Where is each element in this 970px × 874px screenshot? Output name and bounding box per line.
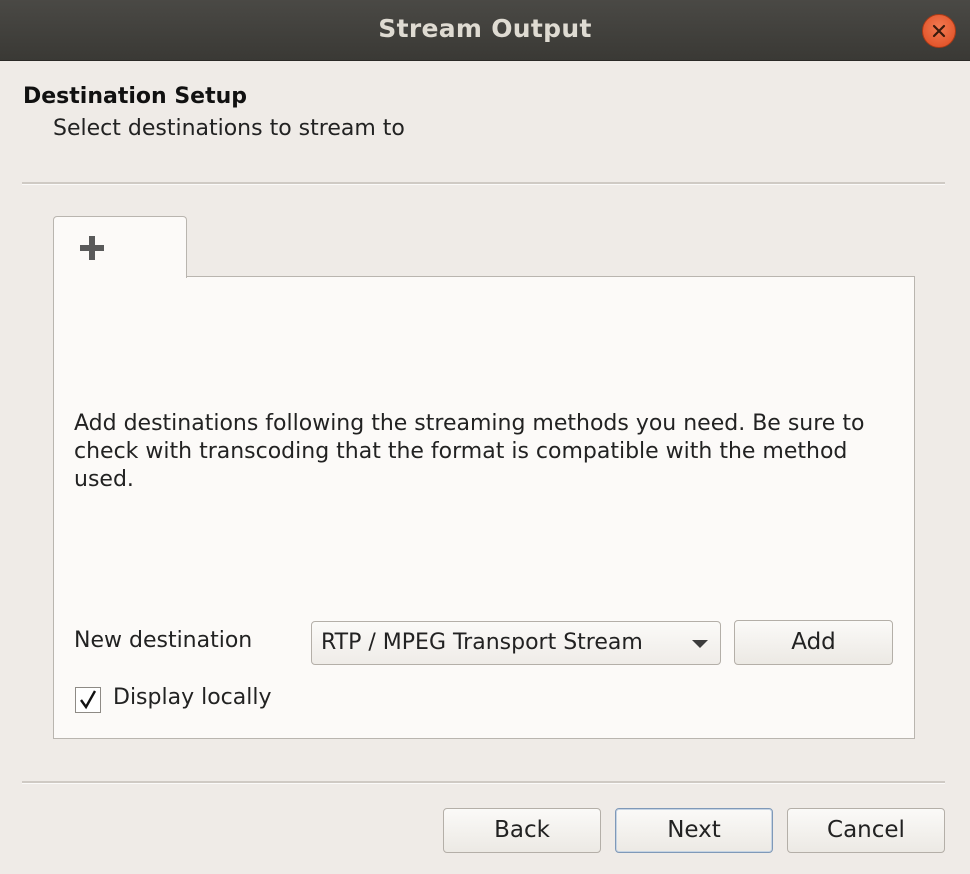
window-title: Stream Output [378, 14, 592, 43]
add-button[interactable]: Add [734, 620, 893, 665]
page-subtitle: Select destinations to stream to [53, 116, 405, 141]
destination-select[interactable]: RTP / MPEG Transport Stream [311, 621, 721, 665]
tab-add-destination[interactable] [53, 216, 187, 278]
header-separator [22, 182, 945, 185]
plus-icon [80, 236, 104, 260]
chevron-down-icon [692, 640, 708, 648]
new-destination-label: New destination [74, 628, 253, 653]
display-locally-checkbox[interactable] [75, 687, 101, 713]
stream-output-dialog: Stream Output Destination Setup Select d… [0, 0, 970, 874]
next-button[interactable]: Next [615, 808, 773, 853]
close-icon [932, 24, 946, 38]
footer-separator [22, 781, 945, 784]
tab-panel [53, 276, 915, 739]
display-locally-label[interactable]: Display locally [113, 685, 271, 710]
page-title: Destination Setup [23, 84, 248, 109]
title-bar[interactable]: Stream Output [0, 0, 970, 61]
back-button[interactable]: Back [443, 808, 601, 853]
checkmark-icon [80, 690, 97, 710]
destination-select-value: RTP / MPEG Transport Stream [321, 630, 643, 655]
info-text: Add destinations following the streaming… [74, 411, 865, 492]
cancel-button[interactable]: Cancel [787, 808, 945, 853]
close-button[interactable] [922, 14, 956, 48]
